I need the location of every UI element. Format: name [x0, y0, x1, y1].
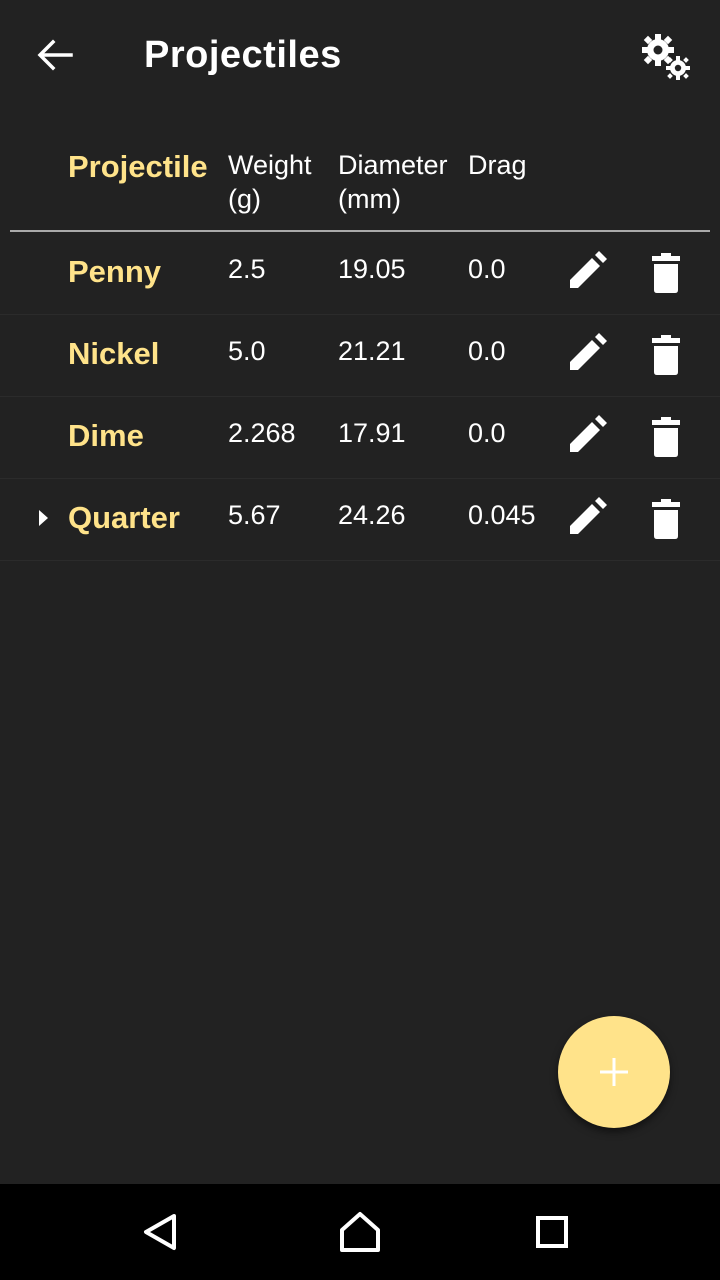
pencil-icon — [570, 497, 607, 534]
projectile-drag: 0.045 — [468, 500, 536, 530]
settings-button[interactable] — [636, 30, 696, 86]
delete-button[interactable] — [642, 332, 690, 380]
projectile-diameter: 17.91 — [338, 418, 406, 448]
edit-button[interactable] — [562, 332, 614, 378]
plus-icon — [600, 1058, 628, 1086]
table-row[interactable]: Quarter 5.67 24.26 0.045 — [0, 478, 720, 561]
trash-icon — [652, 499, 680, 539]
nav-home-icon — [340, 1212, 380, 1252]
projectile-weight: 5.67 — [228, 500, 281, 530]
projectile-name: Quarter — [68, 500, 180, 535]
trash-icon — [652, 335, 680, 375]
table-header: Projectile Weight (g) Diameter (mm) Drag — [0, 140, 720, 230]
table-row[interactable]: Penny 2.5 19.05 0.0 — [0, 232, 720, 315]
nav-back-button[interactable] — [136, 1208, 184, 1256]
pencil-icon — [570, 415, 607, 452]
header-diameter: Diameter (mm) — [338, 150, 448, 214]
delete-button[interactable] — [642, 250, 690, 298]
header-drag: Drag — [468, 150, 527, 180]
add-projectile-button[interactable] — [558, 1016, 670, 1128]
pencil-icon — [570, 251, 607, 288]
trash-icon — [652, 417, 680, 457]
delete-button[interactable] — [642, 496, 690, 544]
selected-arrow-icon — [39, 510, 48, 526]
pencil-icon — [570, 333, 607, 370]
projectile-weight: 2.268 — [228, 418, 296, 448]
header-weight: Weight (g) — [228, 150, 312, 214]
page-title: Projectiles — [144, 34, 342, 76]
nav-back-icon — [144, 1214, 176, 1250]
nav-recents-button[interactable] — [528, 1208, 576, 1256]
app-bar: Projectiles — [0, 0, 720, 116]
back-button[interactable] — [20, 30, 90, 80]
projectile-name: Nickel — [68, 336, 160, 371]
gears-icon — [642, 34, 690, 80]
system-nav-bar — [0, 1184, 720, 1280]
edit-button[interactable] — [562, 496, 614, 542]
projectile-drag: 0.0 — [468, 254, 506, 284]
edit-button[interactable] — [562, 250, 614, 296]
projectile-name: Dime — [68, 418, 144, 453]
projectile-diameter: 19.05 — [338, 254, 406, 284]
edit-button[interactable] — [562, 414, 614, 460]
delete-button[interactable] — [642, 414, 690, 462]
projectile-weight: 2.5 — [228, 254, 266, 284]
projectile-name: Penny — [68, 254, 162, 289]
header-projectile: Projectile — [68, 149, 208, 184]
table-row[interactable]: Dime 2.268 17.91 0.0 — [0, 396, 720, 479]
arrow-left-icon — [37, 39, 73, 71]
projectile-drag: 0.0 — [468, 418, 506, 448]
projectile-weight: 5.0 — [228, 336, 266, 366]
projectile-drag: 0.0 — [468, 336, 506, 366]
projectile-diameter: 21.21 — [338, 336, 406, 366]
table-row[interactable]: Nickel 5.0 21.21 0.0 — [0, 314, 720, 397]
trash-icon — [652, 253, 680, 293]
projectile-diameter: 24.26 — [338, 500, 406, 530]
nav-recents-icon — [536, 1216, 568, 1248]
nav-home-button[interactable] — [336, 1208, 384, 1256]
